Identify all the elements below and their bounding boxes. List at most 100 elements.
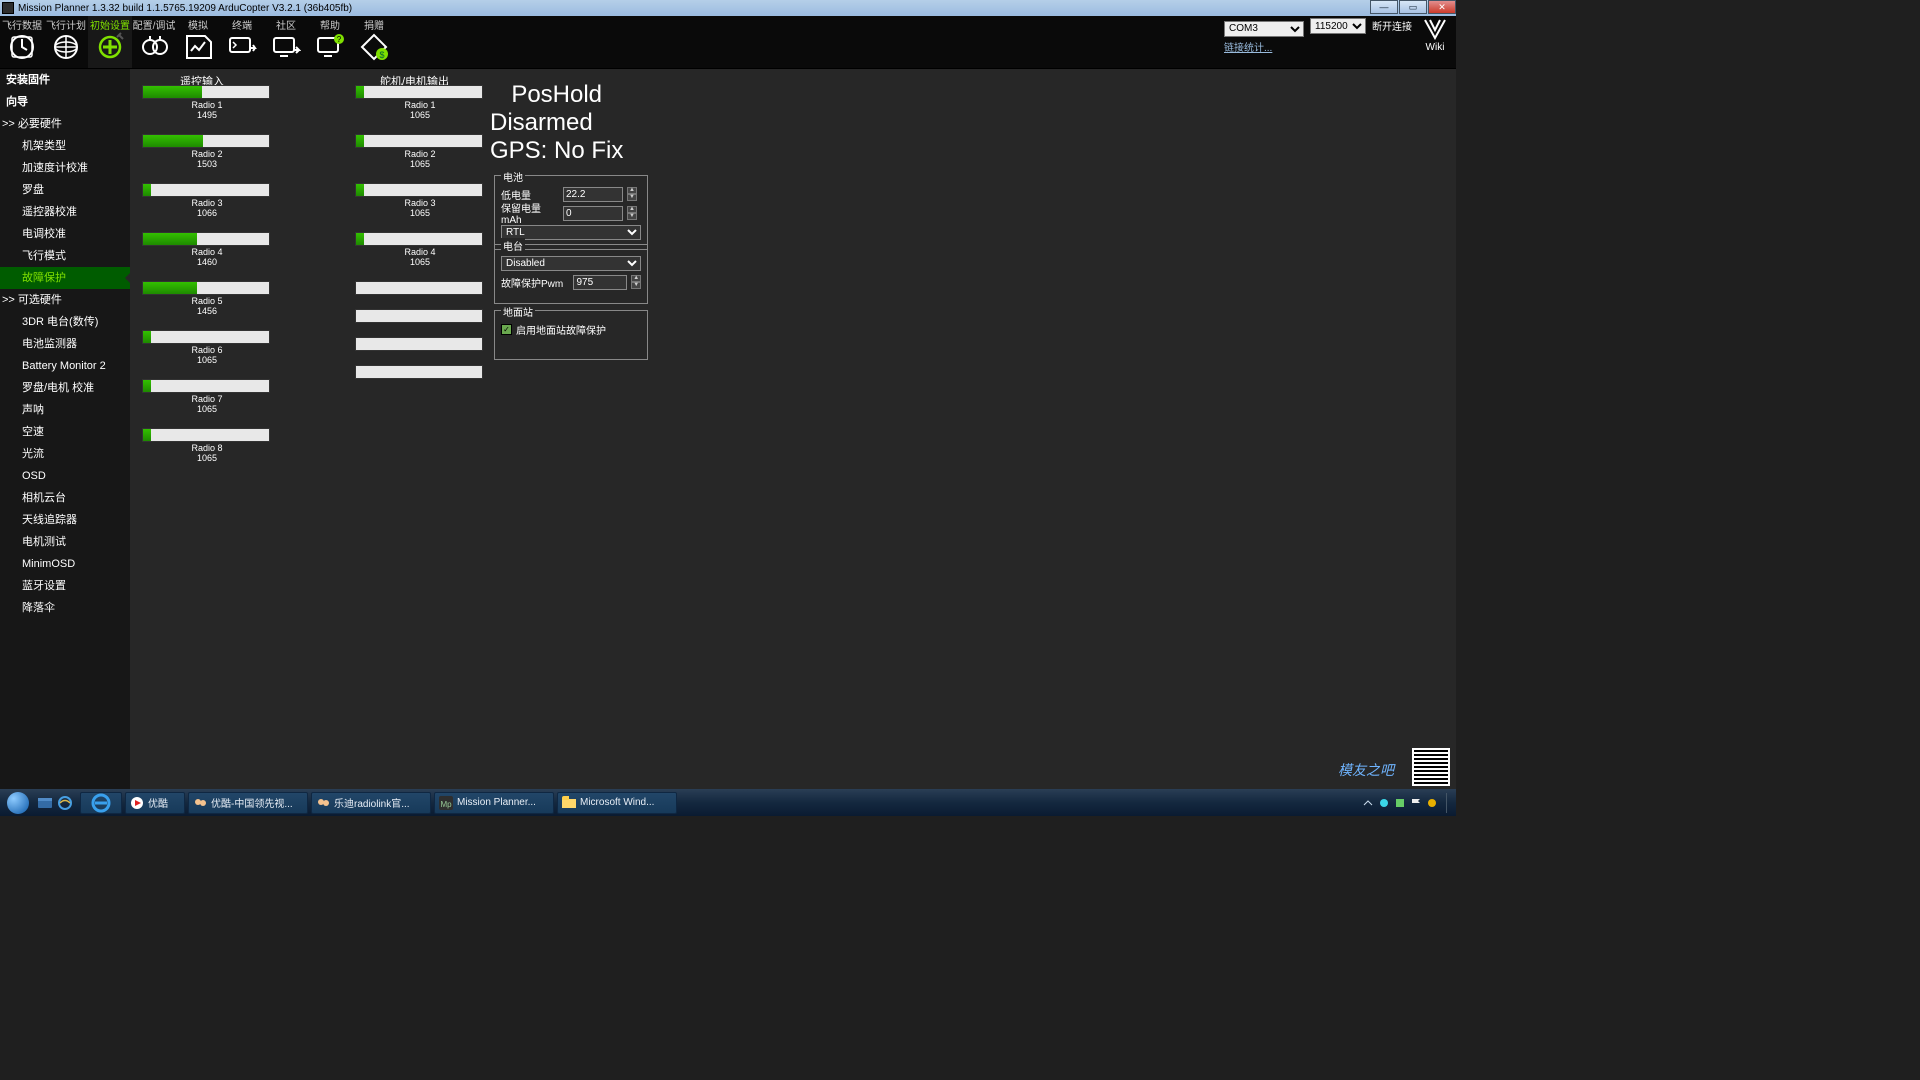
svg-text:Mp: Mp — [440, 800, 452, 809]
sidebar-item[interactable]: 电池监测器 — [0, 333, 130, 355]
spin-up[interactable]: ▲ — [627, 206, 637, 213]
maximize-button[interactable]: ▭ — [1399, 0, 1427, 14]
sidebar-item[interactable]: 必要硬件 — [0, 113, 130, 135]
sidebar-item[interactable]: 电机测试 — [0, 531, 130, 553]
edge-icon — [91, 793, 111, 813]
taskbar-task[interactable]: MpMission Planner... — [434, 792, 554, 814]
menu-icon — [88, 30, 132, 64]
sidebar-item[interactable]: Battery Monitor 2 — [0, 355, 130, 377]
sidebar-item[interactable]: 3DR 电台(数传) — [0, 311, 130, 333]
menu-7[interactable]: 帮助? — [308, 16, 352, 68]
taskbar-task[interactable]: Microsoft Wind... — [557, 792, 677, 814]
spin-down[interactable]: ▼ — [631, 282, 641, 289]
show-desktop[interactable] — [1446, 793, 1454, 813]
low-voltage-input[interactable] — [563, 187, 623, 202]
menu-3[interactable]: 配置/调试 — [132, 16, 176, 68]
menu-5[interactable]: 终端 — [220, 16, 264, 68]
servo-out-bar — [355, 309, 485, 323]
taskbar-task[interactable]: 优酷-中国领先视... — [188, 792, 308, 814]
task-icon — [130, 796, 144, 810]
sidebar-item[interactable]: 天线追踪器 — [0, 509, 130, 531]
sidebar-item[interactable]: 空速 — [0, 421, 130, 443]
servo-out-bar — [355, 281, 485, 295]
taskbar-task[interactable]: 优酷 — [125, 792, 185, 814]
sidebar-item[interactable]: 罗盘/电机 校准 — [0, 377, 130, 399]
tray-up-icon[interactable] — [1362, 797, 1374, 809]
flight-status: PosHold Disarmed GPS: No Fix — [490, 81, 623, 165]
spin-down[interactable]: ▼ — [627, 213, 637, 220]
radio-failsafe-group: 电台 Disabled 故障保护Pwm ▲▼ — [494, 244, 648, 304]
com-port-select[interactable]: COM3 — [1224, 21, 1304, 37]
menu-6[interactable]: 社区 — [264, 16, 308, 68]
svg-text:?: ? — [337, 35, 342, 44]
sidebar-item[interactable]: 机架类型 — [0, 135, 130, 157]
menu-0[interactable]: 飞行数据 — [0, 16, 44, 68]
task-icon — [193, 796, 207, 810]
sidebar-item[interactable]: 光流 — [0, 443, 130, 465]
start-button[interactable] — [0, 789, 36, 816]
menu-8[interactable]: 捐赠$ — [352, 16, 396, 68]
sidebar-item[interactable]: 蓝牙设置 — [0, 575, 130, 597]
sidebar-item[interactable]: OSD — [0, 465, 130, 487]
system-tray — [1362, 789, 1456, 816]
radio-in-bar: Radio 61065 — [142, 330, 272, 365]
radio-fs-mode-select[interactable]: Disabled — [501, 256, 641, 271]
sidebar-item[interactable]: 飞行模式 — [0, 245, 130, 267]
gcs-fs-checkbox[interactable]: ✓ — [501, 324, 512, 335]
ie-pin-icon[interactable] — [58, 796, 72, 810]
sidebar-item[interactable]: 向导 — [0, 91, 130, 113]
menu-icon — [264, 30, 308, 64]
gcs-failsafe-group: 地面站 ✓ 启用地面站故障保护 — [494, 310, 648, 360]
menu-icon: $ — [352, 30, 396, 64]
menu-icon — [44, 30, 88, 64]
sidebar-item[interactable]: 加速度计校准 — [0, 157, 130, 179]
sidebar-item[interactable]: 罗盘 — [0, 179, 130, 201]
tray-icon[interactable] — [1426, 797, 1438, 809]
radio-in-bar: Radio 31066 — [142, 183, 272, 218]
flight-mode: PosHold — [490, 81, 623, 109]
taskbar-task[interactable] — [80, 792, 122, 814]
spin-up[interactable]: ▲ — [631, 275, 641, 282]
top-toolbar: 飞行数据飞行计划初始设置配置/调试模拟终端社区帮助?捐赠$ COM3 链接统计.… — [0, 16, 1456, 69]
sidebar-item[interactable]: 相机云台 — [0, 487, 130, 509]
sidebar-item[interactable]: 遥控器校准 — [0, 201, 130, 223]
servo-out-bar: Radio 41065 — [355, 232, 485, 267]
radio-in-bar: Radio 51456 — [142, 281, 272, 316]
servo-out-bar — [355, 337, 485, 351]
sidebar-item[interactable]: 安装固件 — [0, 69, 130, 91]
menu-2[interactable]: 初始设置 — [88, 16, 132, 68]
spin-down[interactable]: ▼ — [627, 194, 637, 201]
tray-flag-icon[interactable] — [1410, 797, 1422, 809]
radio-in-bar: Radio 81065 — [142, 428, 272, 463]
tray-icon[interactable] — [1394, 797, 1406, 809]
fs-pwm-input[interactable] — [573, 275, 627, 290]
sidebar-item[interactable]: 可选硬件 — [0, 289, 130, 311]
spin-up[interactable]: ▲ — [627, 187, 637, 194]
menu-icon — [0, 30, 44, 64]
main-panel: 遥控输入 舵机/电机输出 Radio 11495Radio 21503Radio… — [130, 69, 1456, 816]
disconnect-button[interactable]: 断开连接 — [1372, 18, 1412, 33]
tray-icon[interactable] — [1378, 797, 1390, 809]
wiki-button[interactable]: Wiki — [1418, 18, 1452, 53]
baud-select[interactable]: 115200 — [1310, 18, 1366, 34]
window-titlebar: Mission Planner 1.3.32 build 1.1.5765.19… — [0, 0, 1456, 16]
sidebar-item[interactable]: 声呐 — [0, 399, 130, 421]
link-stats-link[interactable]: 链接统计... — [1224, 39, 1304, 54]
sidebar-item[interactable]: 降落伞 — [0, 597, 130, 619]
explorer-pin-icon[interactable] — [38, 796, 52, 810]
servo-out-bar — [355, 365, 485, 379]
minimize-button[interactable]: — — [1370, 0, 1398, 14]
menu-1[interactable]: 飞行计划 — [44, 16, 88, 68]
sidebar-item[interactable]: MinimOSD — [0, 553, 130, 575]
reserve-mah-input[interactable] — [563, 206, 623, 221]
sidebar-item[interactable]: 故障保护 — [0, 267, 130, 289]
task-icon — [562, 796, 576, 810]
menu-icon: ? — [308, 30, 352, 64]
taskbar-task[interactable]: 乐迪radiolink官... — [311, 792, 431, 814]
task-icon — [316, 796, 330, 810]
sidebar-item[interactable]: 电调校准 — [0, 223, 130, 245]
watermark-logo: 模友之吧 — [1326, 760, 1406, 786]
watermark-qr — [1412, 748, 1450, 786]
menu-4[interactable]: 模拟 — [176, 16, 220, 68]
close-button[interactable]: ✕ — [1428, 0, 1456, 14]
